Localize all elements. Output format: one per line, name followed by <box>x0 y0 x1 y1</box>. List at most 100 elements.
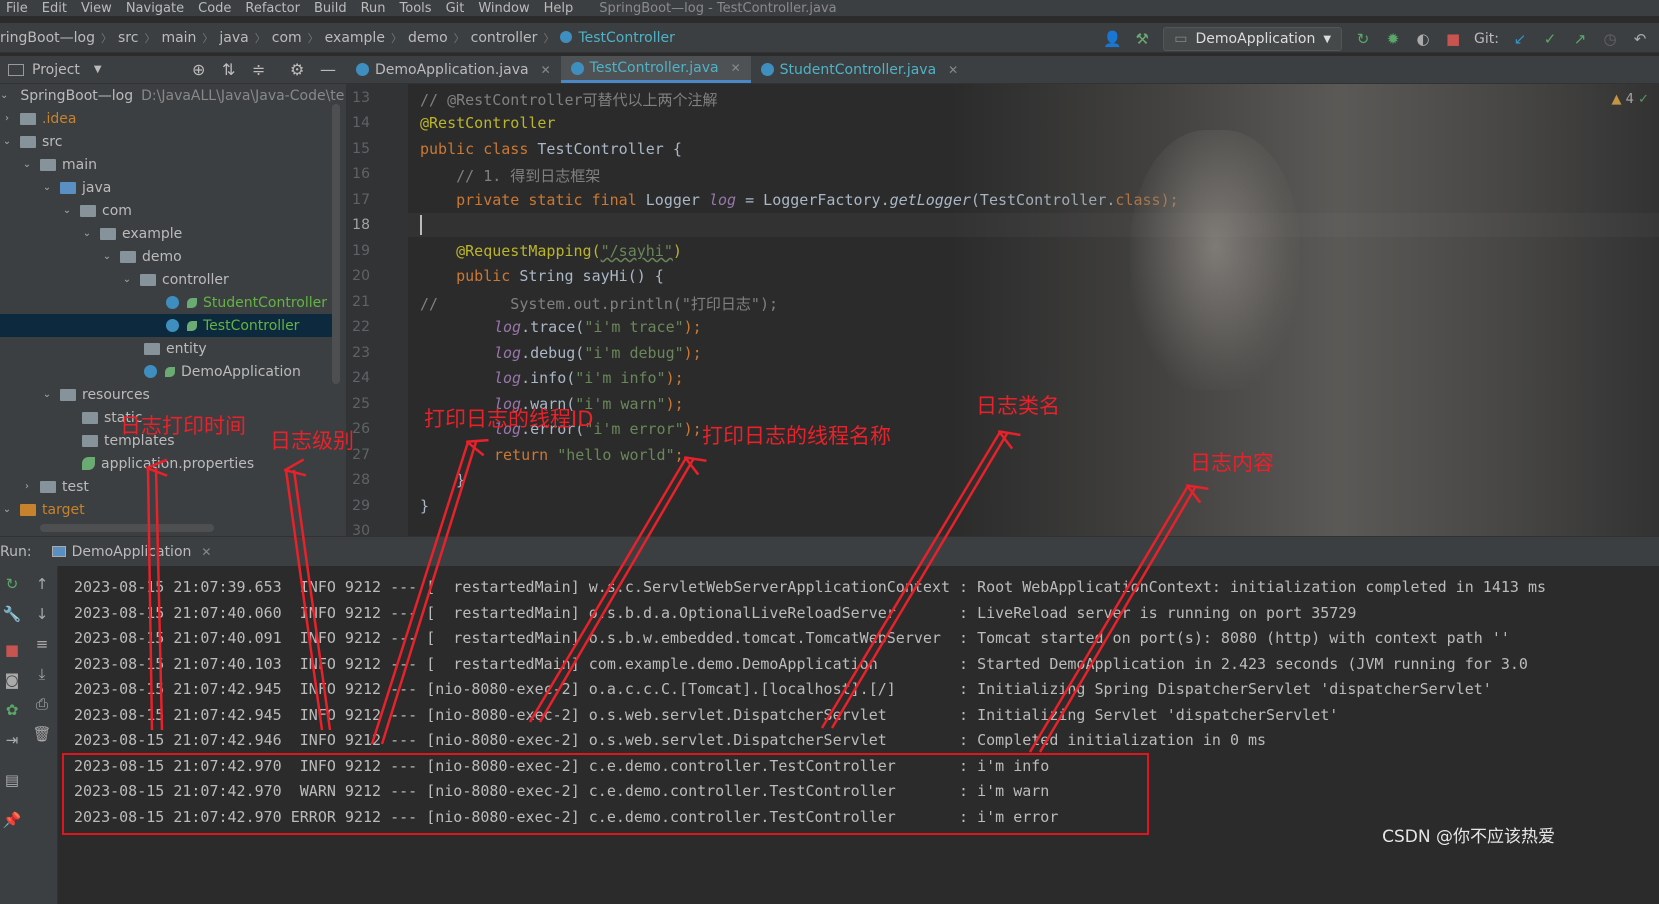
menu-run[interactable]: Run <box>361 1 386 16</box>
annotation-time: 日志打印时间 <box>120 414 246 438</box>
menu-file[interactable]: File <box>6 1 28 16</box>
tree-item-application-properties[interactable]: application.properties <box>0 452 340 475</box>
menu-code[interactable]: Code <box>198 1 231 16</box>
debug-bug-icon[interactable]: ✹ <box>1384 30 1402 48</box>
tree-item-example[interactable]: ⌄ example <box>0 222 340 245</box>
layout-icon[interactable]: ▤ <box>2 770 22 790</box>
breadcrumb-project[interactable]: ringBoot—log <box>0 30 95 46</box>
rollback-icon[interactable]: ↶ <box>1631 30 1649 48</box>
breadcrumb-class[interactable]: TestController <box>560 30 675 46</box>
rerun-icon[interactable]: ↻ <box>2 574 22 594</box>
code-line-17: private static final Logger log = Logger… <box>420 191 1179 209</box>
menu-window[interactable]: Window <box>478 1 529 16</box>
tree-item-idea[interactable]: › .idea <box>0 107 340 130</box>
settings-debug-icon[interactable]: ✿ <box>2 700 22 720</box>
tree-item-java[interactable]: ⌄ java <box>0 176 340 199</box>
tree-item-com[interactable]: ⌄ com <box>0 199 340 222</box>
tree-item-entity[interactable]: entity <box>0 337 340 360</box>
chevron-down-icon[interactable]: ⌄ <box>0 504 14 515</box>
git-update-icon[interactable]: ↙ <box>1511 30 1529 48</box>
breadcrumb-example[interactable]: example <box>325 30 385 46</box>
locate-icon[interactable]: ⊕ <box>192 60 205 79</box>
coverage-icon[interactable]: ◐ <box>1414 30 1432 48</box>
console-output[interactable]: 2023-08-15 21:07:39.653 INFO 9212 --- [ … <box>60 566 1659 904</box>
wrench-icon[interactable]: 🔧 <box>2 604 22 624</box>
chevron-down-icon[interactable]: ⌄ <box>120 274 134 285</box>
minimize-icon[interactable]: — <box>320 60 336 79</box>
menu-git[interactable]: Git <box>446 1 465 16</box>
stop-icon[interactable]: ■ <box>2 640 22 660</box>
chevron-down-icon[interactable]: ⌄ <box>0 90 8 101</box>
menu-tools[interactable]: Tools <box>400 1 432 16</box>
chevron-down-icon[interactable]: ⌄ <box>40 389 54 400</box>
tree-item-main[interactable]: ⌄ main <box>0 153 340 176</box>
tree-item-resources[interactable]: ⌄ resources <box>0 383 340 406</box>
collapse-all-icon[interactable]: ≑ <box>252 60 265 79</box>
code-editor[interactable]: 13 14 15 16 17 18 19 20 21 22 23 24 25 2… <box>346 84 1659 536</box>
down-arrow-icon[interactable]: ↓ <box>32 604 52 624</box>
user-icon[interactable]: 👤 <box>1103 30 1122 48</box>
close-icon[interactable]: ✕ <box>201 545 211 559</box>
camera-icon[interactable]: ◙ <box>2 670 22 690</box>
up-arrow-icon[interactable]: ↑ <box>32 574 52 594</box>
chevron-down-icon[interactable]: ▼ <box>94 64 102 75</box>
menu-view[interactable]: View <box>81 1 112 16</box>
tree-item-test[interactable]: › test <box>0 475 340 498</box>
inspection-widget[interactable]: ▲ 4 ✓ <box>1612 92 1649 107</box>
close-icon[interactable]: ✕ <box>541 63 551 77</box>
tree-scrollbar[interactable] <box>332 104 340 384</box>
chevron-down-icon[interactable]: ⌄ <box>40 182 54 193</box>
breadcrumb-main[interactable]: main <box>161 30 196 46</box>
chevron-down-icon[interactable]: ⌄ <box>20 159 34 170</box>
project-view-label[interactable]: Project <box>32 62 80 78</box>
tab-testcontroller[interactable]: TestController.java ✕ <box>560 56 751 83</box>
git-commit-icon[interactable]: ✓ <box>1541 30 1559 48</box>
stop-icon[interactable]: ■ <box>1444 30 1462 48</box>
trash-icon[interactable]: 🗑 <box>32 724 52 744</box>
menu-help[interactable]: Help <box>544 1 574 16</box>
menu-refactor[interactable]: Refactor <box>245 1 300 16</box>
close-icon[interactable]: ✕ <box>731 61 741 75</box>
expand-all-icon[interactable]: ⇅ <box>222 60 235 79</box>
tree-item-root[interactable]: ⌄ SpringBoot—log D:\JavaALL\Java\Java-Co… <box>0 84 344 107</box>
menu-build[interactable]: Build <box>314 1 347 16</box>
project-view-icon <box>8 63 24 76</box>
folder-icon <box>20 135 36 148</box>
breadcrumb-src[interactable]: src <box>118 30 138 46</box>
soft-wrap-icon[interactable]: ≡ <box>32 634 52 654</box>
tree-item-testcontroller[interactable]: TestController <box>0 314 340 337</box>
git-push-icon[interactable]: ↗ <box>1571 30 1589 48</box>
menu-navigate[interactable]: Navigate <box>126 1 184 16</box>
rerun-icon[interactable]: ↻ <box>1354 30 1372 48</box>
scroll-to-end-icon[interactable]: ⤓ <box>32 664 52 684</box>
breadcrumb-com[interactable]: com <box>272 30 302 46</box>
pin-icon[interactable]: 📌 <box>2 810 22 830</box>
tab-demoapplication[interactable]: DemoApplication.java ✕ <box>346 56 561 83</box>
chevron-down-icon[interactable]: ⌄ <box>60 205 74 216</box>
menu-edit[interactable]: Edit <box>42 1 67 16</box>
gear-icon[interactable]: ⚙ <box>290 60 304 79</box>
tree-item-studentcontroller[interactable]: StudentController <box>0 291 340 314</box>
tree-item-target[interactable]: ⌄ target <box>0 498 340 521</box>
tree-item-controller[interactable]: ⌄ controller <box>0 268 340 291</box>
console-tab[interactable]: DemoApplication ✕ <box>51 544 211 560</box>
breadcrumb-java[interactable]: java <box>219 30 248 46</box>
tree-item-src[interactable]: ⌄ src <box>0 130 340 153</box>
run-config-select[interactable]: ▭ DemoApplication ▼ <box>1163 27 1343 51</box>
breadcrumb-controller[interactable]: controller <box>471 30 538 46</box>
tab-studentcontroller[interactable]: StudentController.java ✕ <box>751 56 969 83</box>
breadcrumb-demo[interactable]: demo <box>408 30 448 46</box>
chevron-right-icon[interactable]: › <box>0 113 14 124</box>
chevron-right-icon[interactable]: › <box>20 481 34 492</box>
history-icon[interactable]: ◷ <box>1601 30 1619 48</box>
print-icon[interactable]: ⎙ <box>32 694 52 714</box>
tree-item-demoapplication[interactable]: DemoApplication <box>0 360 340 383</box>
tree-hscrollbar[interactable] <box>40 524 214 532</box>
chevron-down-icon[interactable]: ⌄ <box>0 136 14 147</box>
tree-item-demo[interactable]: ⌄ demo <box>0 245 340 268</box>
chevron-down-icon[interactable]: ⌄ <box>100 251 114 262</box>
chevron-down-icon[interactable]: ⌄ <box>80 228 94 239</box>
exit-icon[interactable]: ⇥ <box>2 730 22 750</box>
build-hammer-icon[interactable]: ⚒ <box>1133 30 1151 48</box>
close-icon[interactable]: ✕ <box>948 63 958 77</box>
